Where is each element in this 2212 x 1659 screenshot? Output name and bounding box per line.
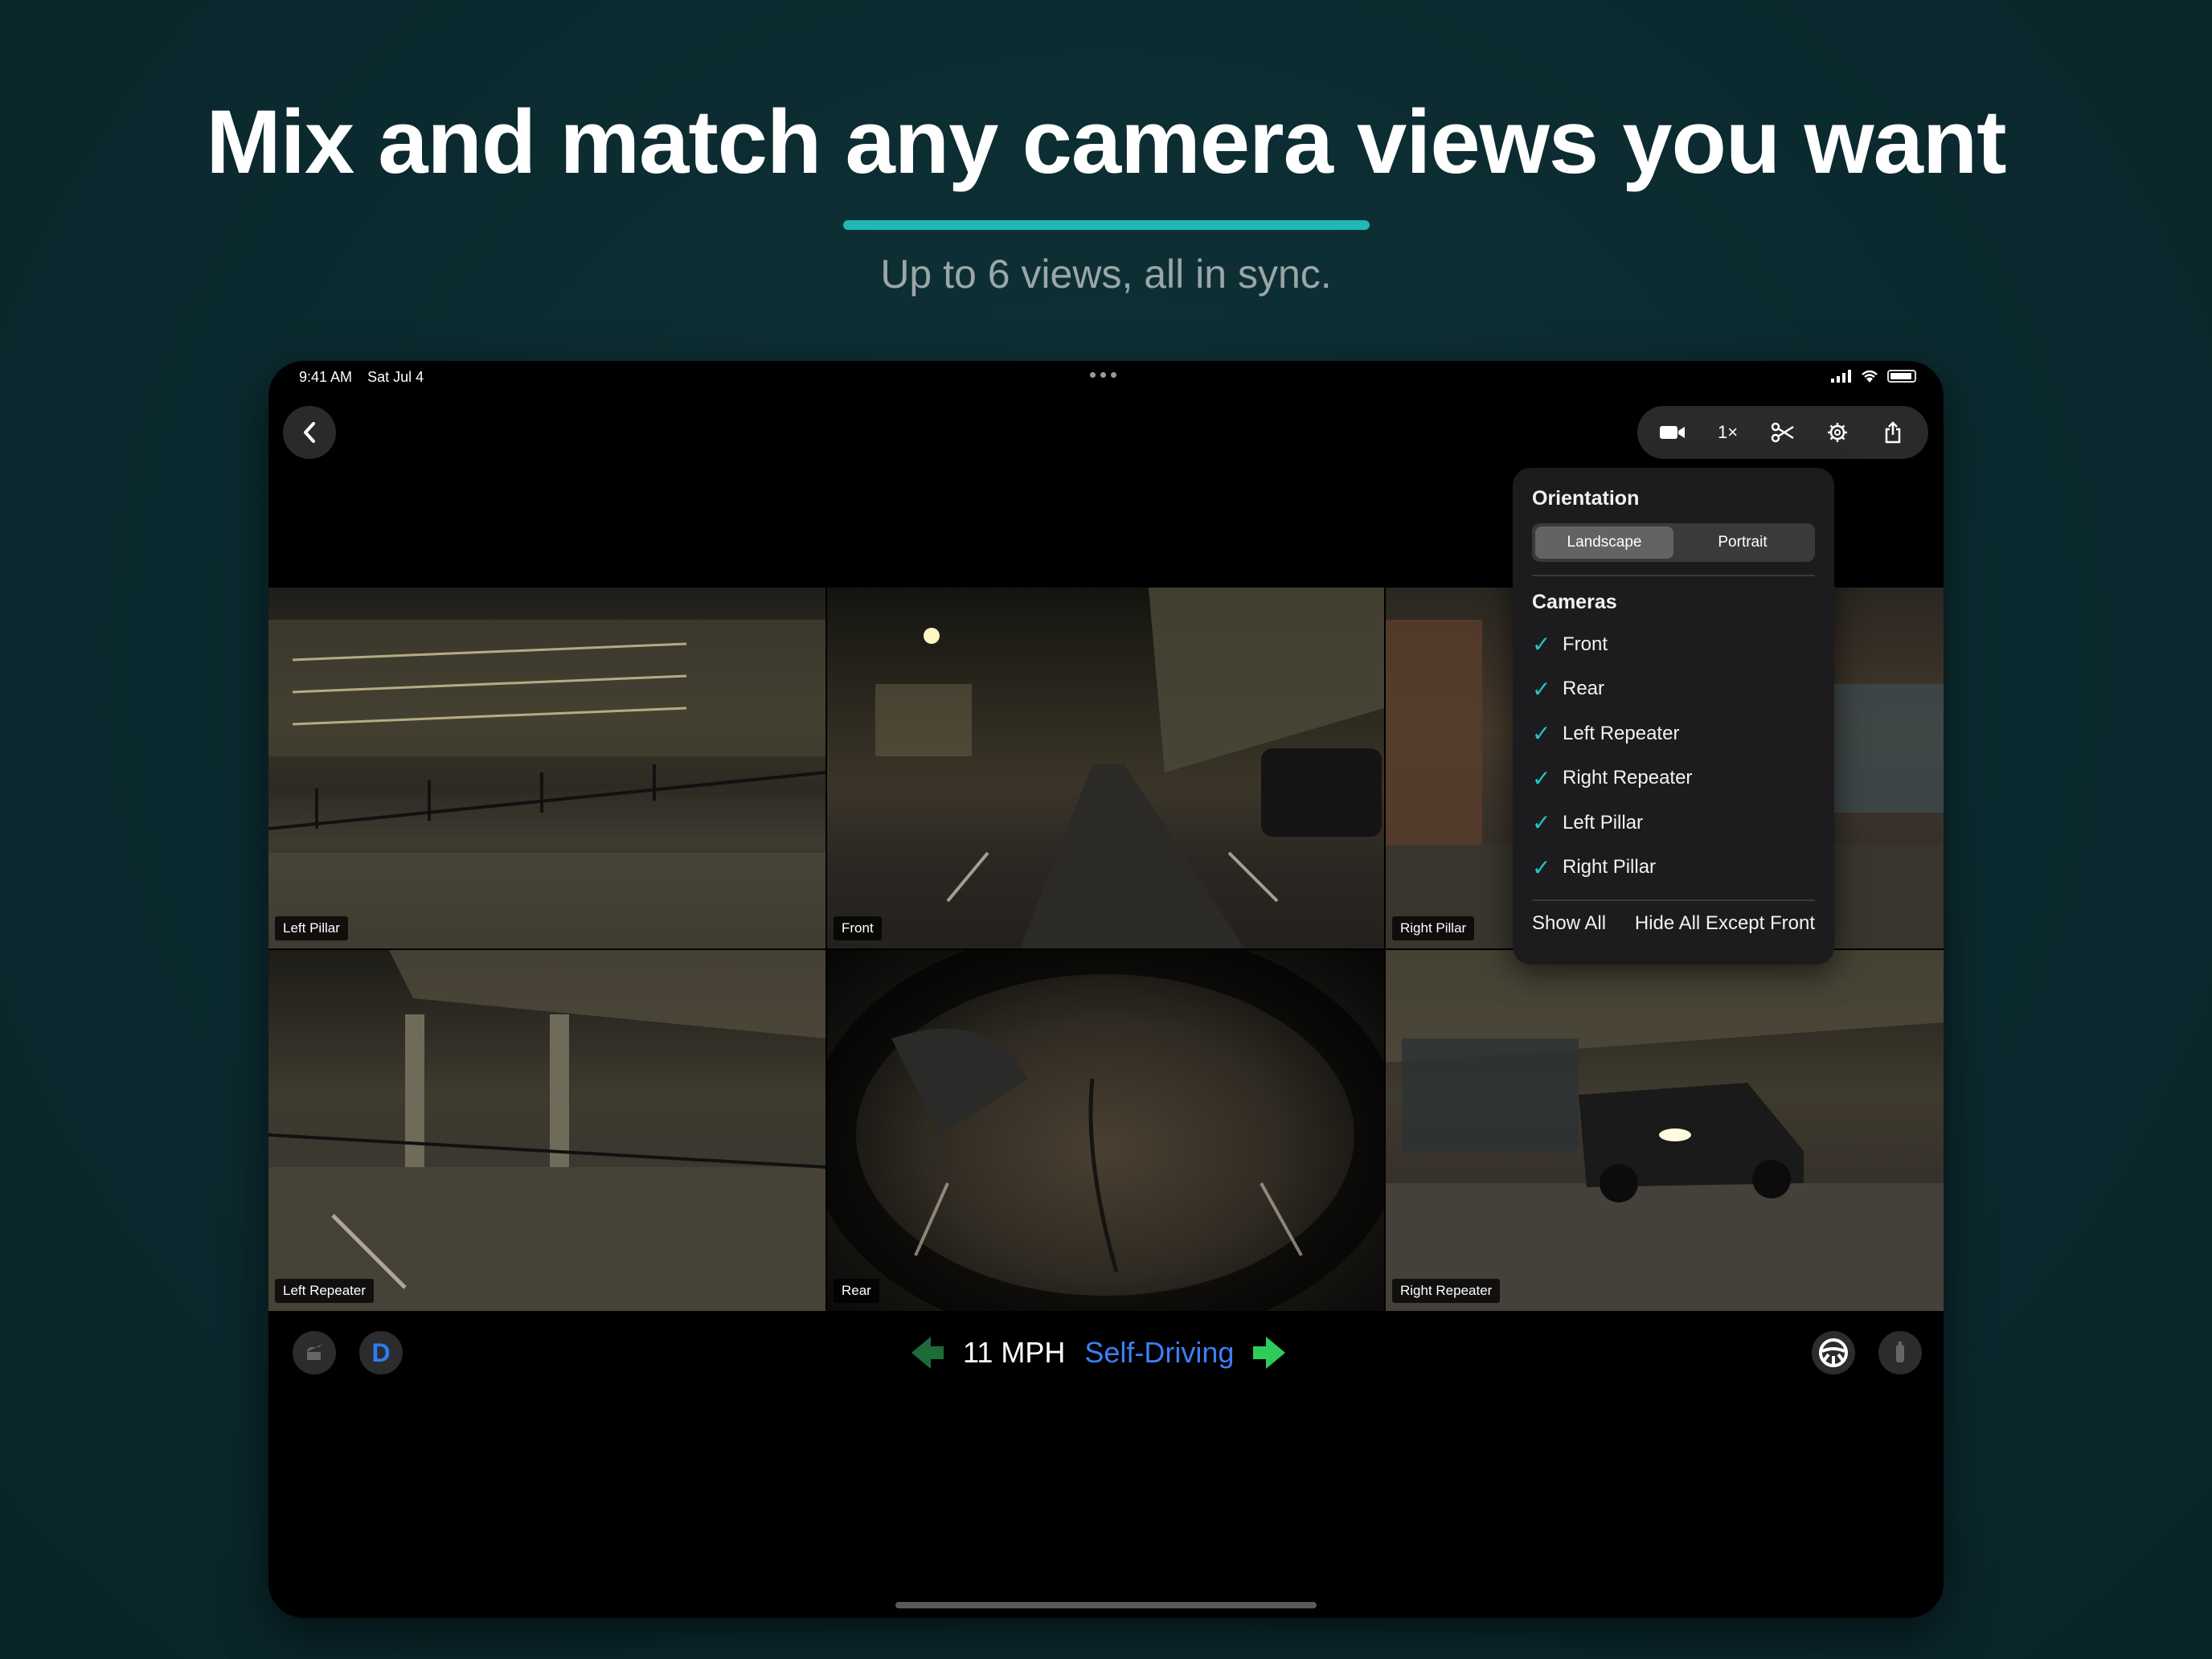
camera-toggle-rear[interactable]: ✓ Rear <box>1532 667 1815 712</box>
gear-indicator: D <box>359 1331 403 1374</box>
battery-icon <box>1887 370 1916 383</box>
camera-toggle-label: Right Pillar <box>1563 856 1657 879</box>
camera-view-left-repeater[interactable]: Left Repeater <box>268 950 825 1311</box>
camera-toggle-left-repeater[interactable]: ✓ Left Repeater <box>1532 711 1815 756</box>
tablet-frame: 9:41 AM Sat Jul 4 1× Left Pillar Front R… <box>268 361 1944 1618</box>
camera-toggle-label: Rear <box>1563 678 1605 700</box>
camera-toggle-right-pillar[interactable]: ✓ Right Pillar <box>1532 846 1815 891</box>
gear-icon <box>1828 423 1848 442</box>
subheadline: Up to 6 views, all in sync. <box>880 252 1332 297</box>
status-date: Sat Jul 4 <box>367 369 424 385</box>
orientation-portrait-option[interactable]: Portrait <box>1673 526 1812 559</box>
orientation-heading: Orientation <box>1532 487 1640 510</box>
cameras-heading: Cameras <box>1532 591 1617 613</box>
camera-label: Right Repeater <box>1392 1279 1501 1303</box>
checkmark-icon: ✓ <box>1532 632 1551 657</box>
camera-toggle-label: Left Repeater <box>1563 722 1680 744</box>
hide-all-except-front-button[interactable]: Hide All Except Front <box>1635 912 1815 935</box>
system-icons <box>1831 369 1916 383</box>
status-bar: 9:41 AM Sat Jul 4 <box>299 369 435 386</box>
checkmark-icon: ✓ <box>1532 676 1551 702</box>
share-icon <box>1885 421 1900 444</box>
camera-toggle-right-repeater[interactable]: ✓ Right Repeater <box>1532 756 1815 801</box>
home-indicator[interactable] <box>895 1602 1317 1608</box>
brake-pedal-icon <box>293 1331 336 1374</box>
scissors-icon <box>1771 422 1794 443</box>
back-button[interactable] <box>283 406 336 459</box>
show-all-button[interactable]: Show All <box>1532 912 1606 935</box>
left-turn-signal-icon <box>911 1337 944 1369</box>
camera-icon <box>1660 426 1686 439</box>
camera-toggle-front[interactable]: ✓ Front <box>1532 622 1815 667</box>
popover-actions: Show All Hide All Except Front <box>1532 912 1815 935</box>
accent-bar <box>843 220 1370 230</box>
divider <box>1532 899 1815 901</box>
rear-scene <box>827 950 1384 1311</box>
share-button[interactable] <box>1872 412 1914 453</box>
camera-toggle-left-pillar[interactable]: ✓ Left Pillar <box>1532 801 1815 846</box>
playback-speed-button[interactable]: 1× <box>1707 412 1749 453</box>
camera-label: Front <box>834 916 882 940</box>
camera-toggle-label: Right Repeater <box>1563 767 1693 789</box>
autopilot-mode: Self-Driving <box>1084 1336 1235 1369</box>
camera-label: Rear <box>834 1279 879 1303</box>
right-repeater-scene <box>1386 950 1944 1311</box>
checkmark-icon: ✓ <box>1532 854 1551 880</box>
multitasking-dots-icon[interactable] <box>1090 372 1116 378</box>
orientation-segmented-control: Landscape Portrait <box>1532 523 1815 562</box>
drive-info-bar: D 11 MPH Self-Driving <box>268 1313 1944 1393</box>
checkmark-icon: ✓ <box>1532 810 1551 836</box>
speed-readout: 11 MPH <box>963 1336 1066 1369</box>
camera-label: Right Pillar <box>1392 916 1475 940</box>
camera-toggle-label: Front <box>1563 633 1608 655</box>
right-turn-signal-icon <box>1253 1337 1286 1369</box>
checkmark-icon: ✓ <box>1532 765 1551 791</box>
divider <box>1532 575 1815 576</box>
camera-view-right-repeater[interactable]: Right Repeater <box>1386 950 1944 1311</box>
status-time: 9:41 AM <box>299 369 353 385</box>
speed-status: 11 MPH Self-Driving <box>911 1329 1286 1377</box>
settings-button[interactable] <box>1817 412 1858 453</box>
headline: Mix and match any camera views you want <box>206 92 2006 192</box>
camera-label: Left Repeater <box>275 1279 375 1303</box>
toolbar: 1× <box>1637 406 1928 459</box>
signal-icon <box>1831 370 1851 383</box>
front-scene <box>875 588 1384 948</box>
left-repeater-scene <box>268 950 825 1311</box>
camera-views-button[interactable] <box>1652 412 1694 453</box>
camera-view-left-pillar[interactable]: Left Pillar <box>268 588 825 948</box>
camera-view-front[interactable]: Front <box>827 588 1384 948</box>
camera-view-rear[interactable]: Rear <box>827 950 1384 1311</box>
orientation-landscape-option[interactable]: Landscape <box>1535 526 1673 559</box>
checkmark-icon: ✓ <box>1532 721 1551 747</box>
camera-views-popover: Orientation Landscape Portrait Cameras ✓… <box>1513 468 1834 965</box>
left-pillar-scene <box>268 620 825 948</box>
wifi-icon <box>1862 370 1878 383</box>
chevron-left-icon <box>304 422 315 443</box>
steering-wheel-icon <box>1812 1331 1855 1374</box>
trim-button[interactable] <box>1762 412 1804 453</box>
camera-label: Left Pillar <box>275 916 348 940</box>
camera-toggle-label: Left Pillar <box>1563 811 1644 834</box>
accelerator-pedal-icon <box>1878 1331 1922 1374</box>
